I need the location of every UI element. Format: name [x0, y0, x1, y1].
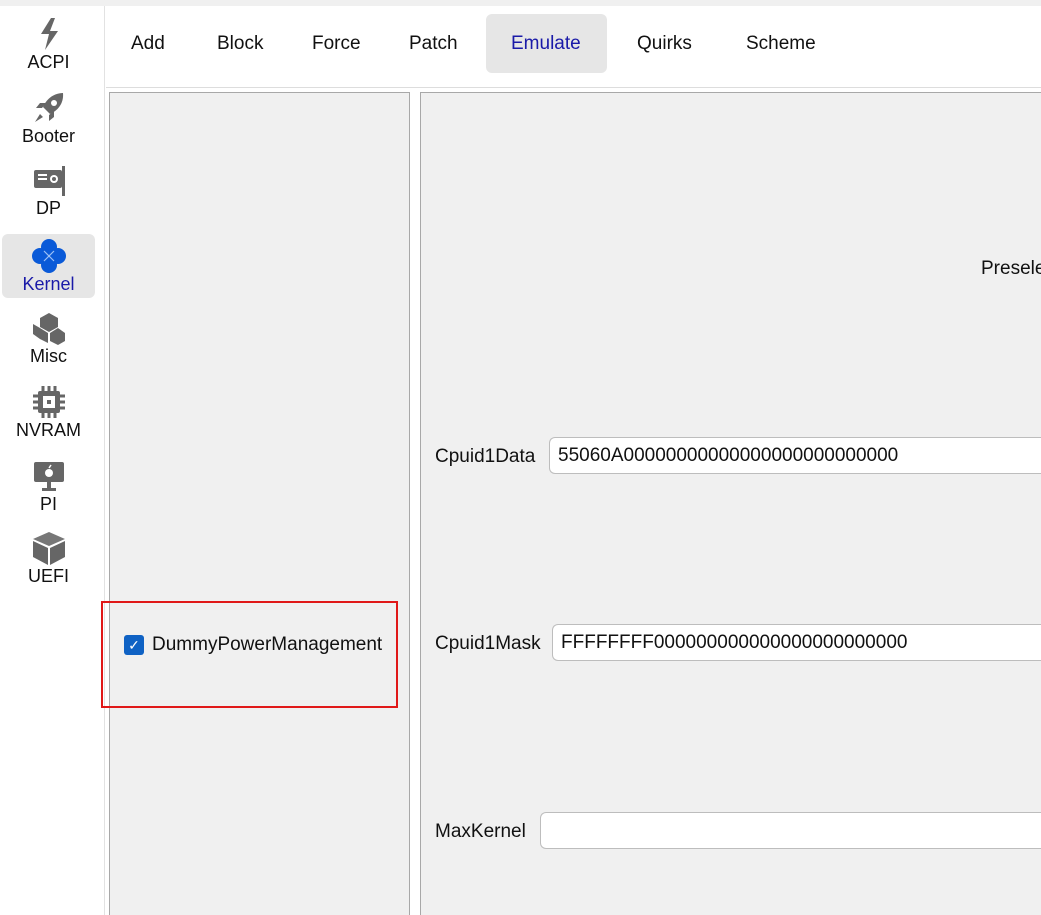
sidebar-item-acpi[interactable]: ACPI [2, 12, 95, 76]
sidebar-item-dp[interactable]: DP [2, 158, 95, 222]
cubes-icon [32, 313, 65, 345]
tab-scheme[interactable]: Scheme [721, 14, 841, 73]
sidebar-item-label: ACPI [27, 52, 70, 72]
cpuid1data-input[interactable]: 55060A00000000000000000000000000 [549, 437, 1041, 474]
sidebar-item-label: Booter [21, 126, 76, 146]
sidebar-item-label: DP [35, 198, 61, 218]
fields-panel [420, 92, 1041, 915]
box-icon [32, 532, 65, 565]
sidebar-item-label: NVRAM [15, 420, 81, 440]
maxkernel-label: MaxKernel [435, 821, 526, 842]
tab-block[interactable]: Block [192, 14, 288, 73]
sidebar-item-label: UEFI [27, 566, 69, 586]
tab-force[interactable]: Force [287, 14, 386, 73]
chip-icon [32, 386, 65, 418]
maxkernel-input[interactable] [540, 812, 1041, 849]
sidebar-item-label: PI [39, 494, 57, 514]
sidebar-item-uefi[interactable]: UEFI [2, 526, 95, 590]
sidebar-item-label: Misc [30, 346, 67, 366]
sidebar-item-pi[interactable]: PI [2, 454, 95, 518]
sidebar-item-nvram[interactable]: NVRAM [2, 380, 95, 444]
apple-monitor-icon [33, 462, 64, 491]
tab-add[interactable]: Add [106, 14, 190, 73]
rocket-icon [34, 93, 63, 122]
lightning-icon [40, 18, 58, 50]
cpuid1mask-label: Cpuid1Mask [435, 633, 541, 654]
kernel-icon [31, 239, 66, 273]
preselect-label: Presele [981, 258, 1041, 279]
tab-patch[interactable]: Patch [384, 14, 483, 73]
tab-emulate[interactable]: Emulate [486, 14, 607, 73]
sidebar-item-misc[interactable]: Misc [2, 306, 95, 370]
sidebar-item-kernel[interactable]: Kernel [2, 234, 95, 298]
sidebar-item-label: Kernel [22, 274, 75, 294]
checkbox-panel [109, 92, 410, 915]
highlight-box [101, 601, 398, 708]
sidebar-item-booter[interactable]: Booter [2, 86, 95, 150]
tab-quirks[interactable]: Quirks [612, 14, 717, 73]
cpuid1data-label: Cpuid1Data [435, 446, 536, 467]
sidebar: ACPI Booter DP Kernel Misc NVRAM PI UEFI [0, 6, 105, 915]
tab-bar: Add Block Force Patch Emulate Quirks Sch… [106, 6, 1041, 88]
cpuid1mask-input[interactable]: FFFFFFFF000000000000000000000000 [552, 624, 1041, 661]
graphics-card-icon [33, 166, 65, 196]
